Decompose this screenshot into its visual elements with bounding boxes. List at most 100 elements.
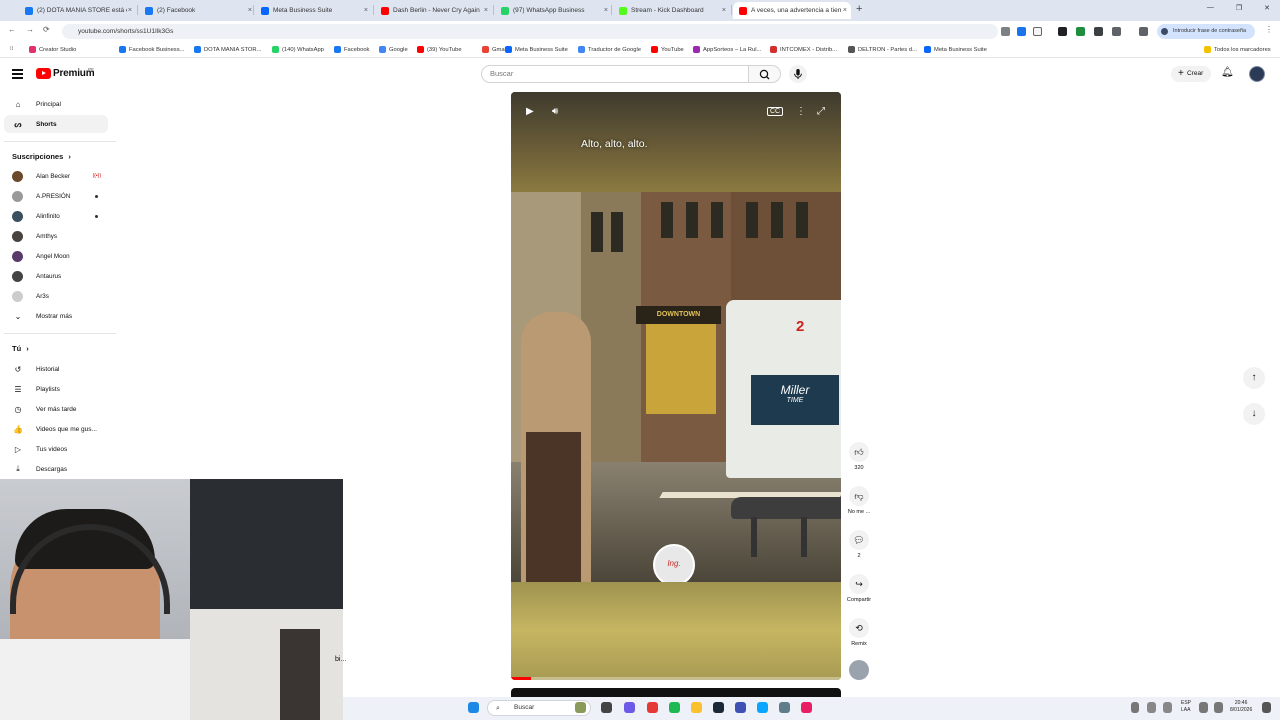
bookmark-item[interactable]: Gmail: [482, 46, 507, 53]
sidebar-item-watch-later[interactable]: ◷ Ver más tarde: [4, 400, 108, 418]
play-icon[interactable]: ▶: [526, 106, 534, 117]
like-action[interactable]: 👍︎ 320: [848, 442, 870, 471]
sidebar-item-history[interactable]: ↺ Historial: [4, 360, 108, 378]
notification-center-icon[interactable]: [1262, 702, 1271, 713]
subscription-item[interactable]: Alan Becker ((•)): [12, 169, 108, 183]
taskbar-widget-icon[interactable]: [575, 702, 586, 713]
tray-icon[interactable]: [1163, 702, 1172, 713]
restore-icon[interactable]: ❐: [1236, 4, 1242, 12]
sidebar-item-downloads[interactable]: ⤓ Descargas: [4, 460, 108, 478]
bookmark-item[interactable]: Traductor de Google: [578, 46, 641, 53]
app-icon[interactable]: [801, 702, 812, 713]
sidebar-item-playlists[interactable]: ☰ Playlists: [4, 380, 108, 398]
extension-icon[interactable]: [1058, 27, 1067, 36]
bookmark-item[interactable]: Google: [379, 46, 408, 53]
apps-icon[interactable]: ⁞⁞: [10, 46, 13, 52]
media-icon[interactable]: [1139, 27, 1148, 36]
opera-icon[interactable]: [647, 702, 658, 713]
previous-short-arrow-up-icon[interactable]: ↑: [1243, 367, 1265, 389]
extension-icon[interactable]: [1094, 27, 1103, 36]
sidebar-item-shorts[interactable]: ᔕ Shorts: [4, 115, 108, 133]
tray-chevron-icon[interactable]: [1131, 702, 1139, 713]
bookmark-item[interactable]: Meta Business Suite: [924, 46, 987, 53]
app-icon[interactable]: [757, 702, 768, 713]
sidebar-item-your-videos[interactable]: ▷ Tus videos: [4, 440, 108, 458]
minimize-icon[interactable]: —: [1207, 4, 1214, 12]
bookmark-item[interactable]: Facebook Business...: [119, 46, 184, 53]
bookmark-item[interactable]: DELTRON - Partes d...: [848, 46, 917, 53]
remix-icon[interactable]: ⟲: [849, 618, 869, 638]
tab-close-icon[interactable]: ×: [604, 7, 608, 14]
volume-tray-icon[interactable]: [1214, 702, 1223, 713]
subscription-item[interactable]: A.PRESIÓN: [12, 189, 108, 203]
windows-start-icon[interactable]: [468, 702, 479, 713]
video-progress-bar[interactable]: [511, 677, 841, 680]
notifications-bell-icon[interactable]: 🔔︎: [1221, 67, 1234, 78]
calculator-icon[interactable]: [735, 702, 746, 713]
thumbs-up-icon[interactable]: 👍︎: [849, 442, 869, 462]
password-pill[interactable]: Introducir frase de contraseña: [1157, 24, 1255, 39]
youtube-premium-logo[interactable]: Premium PE: [36, 67, 95, 79]
extension-icon[interactable]: [1076, 27, 1085, 36]
dislike-action[interactable]: 👎︎ No me ...: [848, 486, 870, 515]
input-language-indicator[interactable]: ESP LAA: [1181, 700, 1191, 714]
bookmark-item[interactable]: Facebook: [334, 46, 369, 53]
captions-icon[interactable]: CC: [767, 107, 784, 116]
settings-gear-icon[interactable]: [779, 702, 790, 713]
sidebar-item-principal[interactable]: ⌂ Principal: [4, 95, 108, 113]
comment-icon[interactable]: 💬︎: [849, 530, 869, 550]
messenger-icon[interactable]: [624, 702, 635, 713]
subscription-item[interactable]: Antaurus: [12, 269, 108, 283]
share-icon[interactable]: ↪: [849, 574, 869, 594]
menu-icon[interactable]: [12, 69, 23, 81]
browser-tab[interactable]: (2) Facebook ×: [139, 2, 256, 19]
show-more-button[interactable]: ⌄ Mostrar más: [4, 307, 108, 325]
browser-tab[interactable]: (2) DOTA MANIA STORE está e ×: [19, 2, 136, 19]
create-button[interactable]: + Crear: [1171, 66, 1211, 82]
wifi-icon[interactable]: [1199, 702, 1208, 713]
bookmark-item[interactable]: YouTube: [651, 46, 684, 53]
volume-icon[interactable]: 🔊︎: [552, 106, 558, 117]
subscriptions-header[interactable]: Suscripciones ›: [12, 152, 71, 161]
tab-close-icon[interactable]: ×: [248, 7, 252, 14]
all-bookmarks[interactable]: Todos los marcadores: [1204, 46, 1271, 53]
task-view-icon[interactable]: [601, 702, 612, 713]
puzzle-icon[interactable]: [1112, 27, 1121, 36]
bookmark-item[interactable]: (140) WhatsApp: [272, 46, 324, 53]
cast-icon[interactable]: [1001, 27, 1010, 36]
thumbs-down-icon[interactable]: 👎︎: [849, 486, 869, 506]
more-menu-icon[interactable]: ⋮: [1265, 25, 1273, 34]
chrome-icon[interactable]: [691, 702, 702, 713]
browser-tab[interactable]: Stream - Kick Dashboard ×: [613, 2, 730, 19]
sidebar-item-liked[interactable]: 👍 Videos que me gus...: [4, 420, 108, 438]
browser-tab[interactable]: (97) WhatsApp Business ×: [495, 2, 612, 19]
forward-icon[interactable]: →: [26, 25, 34, 34]
subscription-item[interactable]: Ar3s: [12, 289, 108, 303]
more-options-icon[interactable]: ⋮: [796, 106, 806, 117]
system-clock[interactable]: 20:46 8/01/2026: [1230, 700, 1252, 714]
bookmark-item[interactable]: Meta Business Suite: [505, 46, 568, 53]
bookmark-item[interactable]: DOTA MANIA STOR...: [194, 46, 261, 53]
spotify-icon[interactable]: [669, 702, 680, 713]
subscription-item[interactable]: Amthys: [12, 229, 108, 243]
browser-tab[interactable]: Dash Berlin - Never Cry Again ×: [375, 2, 492, 19]
sound-avatar-icon[interactable]: [849, 660, 869, 680]
reload-icon[interactable]: ⟳: [43, 25, 50, 34]
tab-close-icon[interactable]: ×: [128, 7, 132, 14]
tab-close-icon[interactable]: ×: [722, 7, 726, 14]
search-button[interactable]: [749, 65, 781, 83]
sound-action[interactable]: [848, 660, 870, 680]
back-icon[interactable]: ←: [8, 25, 16, 34]
url-bar[interactable]: youtube.com/shorts/ss1U1Ilk3Gs: [62, 24, 998, 39]
search-input[interactable]: Buscar: [481, 65, 749, 83]
bookmark-item[interactable]: AppSorteos – La Rul...: [693, 46, 761, 53]
subscription-item[interactable]: Angel Moon: [12, 249, 108, 263]
comments-action[interactable]: 💬︎ 2: [848, 530, 870, 559]
fullscreen-icon[interactable]: ⤢: [817, 106, 825, 117]
voice-search-button[interactable]: [789, 65, 807, 83]
new-tab-button[interactable]: +: [856, 3, 862, 15]
steam-icon[interactable]: [713, 702, 724, 713]
bookmark-item[interactable]: (39) YouTube: [417, 46, 462, 53]
bookmark-star-icon[interactable]: [1033, 27, 1042, 36]
shorts-video-player[interactable]: DOWNTOWN 2 Miller TIME Ing. Alto, alto, …: [511, 92, 841, 680]
